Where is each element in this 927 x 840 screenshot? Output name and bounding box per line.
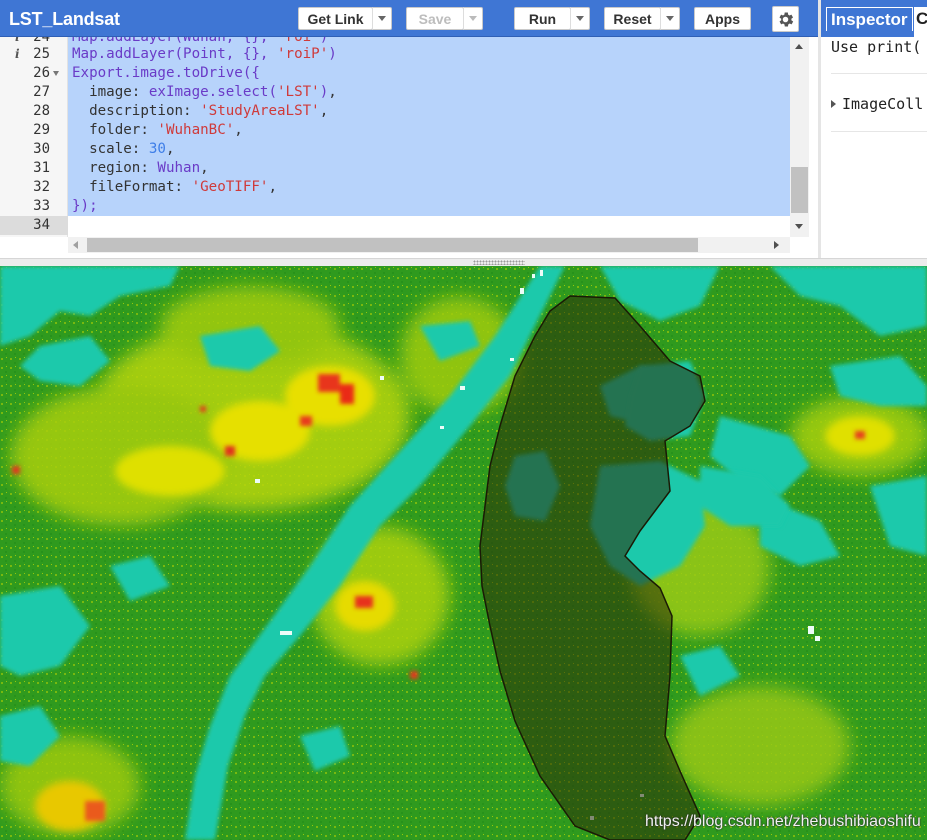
get-link-button[interactable]: Get Link [298, 7, 373, 30]
line-number: 32 [0, 178, 68, 197]
save-dropdown-button[interactable] [463, 7, 483, 30]
console-separator [831, 131, 927, 132]
gear-icon [776, 10, 795, 29]
line-number: 33 [0, 197, 68, 216]
line-number: 26 [0, 64, 68, 83]
script-title[interactable]: LST_Landsat [9, 9, 120, 30]
run-button[interactable]: Run [514, 7, 571, 30]
map-view[interactable]: https://blog.csdn.net/zhebushibiaoshifu [0, 266, 927, 840]
fold-toggle-icon[interactable] [53, 71, 59, 76]
reset-button[interactable]: Reset [604, 7, 661, 30]
drag-handle-icon[interactable] [473, 260, 525, 265]
line-number-gutter: i 24 i 25 26 27 28 29 30 31 32 33 34 [0, 37, 68, 237]
line-number-current: 34 [0, 216, 68, 235]
reset-dropdown-button[interactable] [660, 7, 680, 30]
save-button[interactable]: Save [406, 7, 464, 30]
code-line: }); [68, 197, 790, 216]
code-line: Export.image.toDrive({ [68, 64, 790, 83]
code-line: region: Wuhan, [68, 159, 790, 178]
scroll-down-arrow-icon[interactable] [795, 224, 803, 229]
right-panel-tabs: Inspector C [821, 0, 927, 37]
expand-triangle-icon[interactable] [831, 100, 836, 108]
code-line: Map.addLayer(Point, {}, 'roiP') [68, 45, 790, 64]
editor-horizontal-scrollbar[interactable] [68, 237, 790, 253]
code-line: description: 'StudyAreaLST', [68, 102, 790, 121]
scroll-right-arrow-icon[interactable] [774, 241, 779, 249]
inspector-console-panel: Inspector C Use print( ImageColl [821, 0, 927, 258]
code-line: fileFormat: 'GeoTIFF', [68, 178, 790, 197]
line-number: 27 [0, 83, 68, 102]
code-lines[interactable]: Map.addLayer(Wuhan, {}, 'roi') Map.addLa… [68, 37, 790, 237]
map-splitter[interactable] [0, 258, 927, 266]
console-entry[interactable]: ImageColl [831, 94, 923, 114]
code-line-current [68, 216, 790, 235]
chevron-down-icon [666, 16, 674, 21]
editor-vertical-scrollbar[interactable] [790, 37, 809, 237]
lst-map-layer [0, 266, 927, 840]
chevron-down-icon [576, 16, 584, 21]
console-entry-label: ImageColl [842, 94, 923, 114]
info-icon[interactable]: i [15, 45, 20, 64]
chevron-down-icon [469, 16, 477, 21]
line-number: 30 [0, 140, 68, 159]
gutter-filler [0, 237, 68, 258]
scroll-up-arrow-icon[interactable] [795, 44, 803, 49]
console-hint-text: Use print( [831, 37, 921, 57]
line-number: 29 [0, 121, 68, 140]
code-line: image: exImage.select('LST'), [68, 83, 790, 102]
code-area[interactable]: i 24 i 25 26 27 28 29 30 31 32 33 34 Map… [0, 37, 790, 237]
code-editor-panel: LST_Landsat Get Link Save Run Reset Apps… [0, 0, 818, 258]
apps-button[interactable]: Apps [694, 7, 751, 30]
code-line: folder: 'WuhanBC', [68, 121, 790, 140]
line-number: 31 [0, 159, 68, 178]
line-number: 28 [0, 102, 68, 121]
watermark-text: https://blog.csdn.net/zhebushibiaoshifu [645, 813, 921, 831]
run-dropdown-button[interactable] [570, 7, 590, 30]
get-link-dropdown-button[interactable] [372, 7, 392, 30]
tab-console[interactable]: C [914, 7, 927, 37]
editor-toolbar: LST_Landsat Get Link Save Run Reset Apps [0, 0, 818, 37]
line-number: i 25 [0, 45, 68, 64]
scrollbar-thumb[interactable] [791, 167, 808, 213]
console-separator [831, 73, 927, 74]
settings-button[interactable] [772, 6, 799, 32]
chevron-down-icon [378, 16, 386, 21]
scroll-left-arrow-icon[interactable] [73, 241, 78, 249]
code-line: scale: 30, [68, 140, 790, 159]
tab-inspector[interactable]: Inspector [826, 7, 913, 31]
scrollbar-thumb[interactable] [87, 238, 698, 252]
